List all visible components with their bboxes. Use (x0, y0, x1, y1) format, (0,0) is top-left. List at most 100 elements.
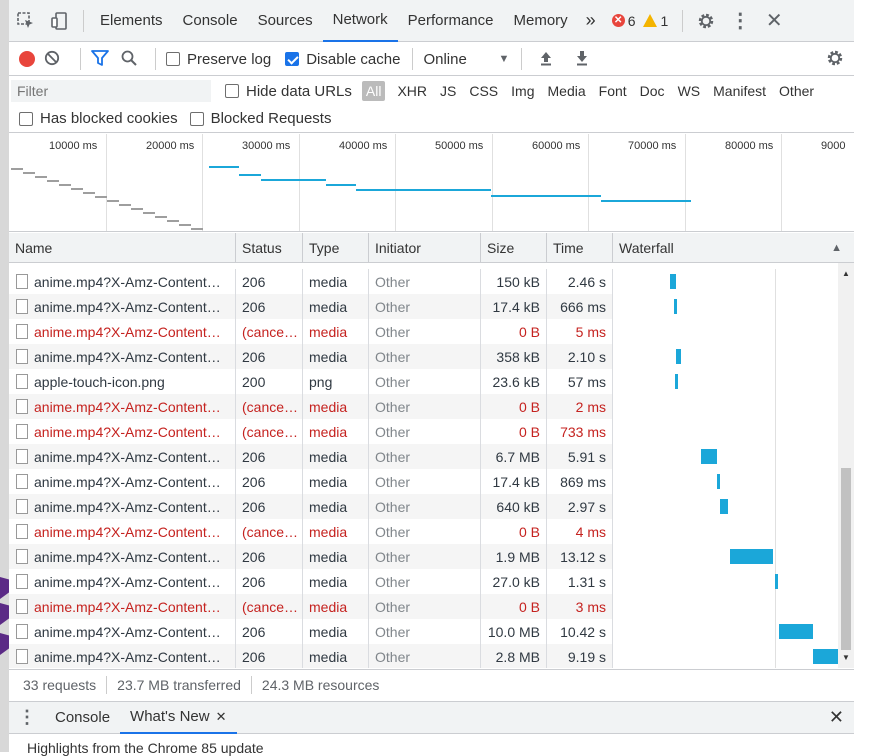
scroll-down-arrow-icon[interactable]: ▼ (842, 653, 850, 662)
cell-name[interactable]: anime.mp4?X-Amz-Content… (9, 394, 236, 419)
search-icon[interactable] (121, 50, 137, 69)
cell-name[interactable]: anime.mp4?X-Amz-Content… (9, 519, 236, 544)
drawer-tab-whats-new[interactable]: What's New ✕ (120, 701, 237, 734)
disable-cache-checkbox[interactable]: Disable cache (285, 51, 400, 68)
filter-type-doc[interactable]: Doc (640, 83, 665, 99)
device-toolbar-icon[interactable] (43, 0, 77, 42)
cell-name[interactable]: anime.mp4?X-Amz-Content… (9, 494, 236, 519)
record-button-icon[interactable] (19, 51, 35, 67)
hide-data-urls-box[interactable] (225, 84, 239, 98)
column-waterfall-header[interactable]: Waterfall ▲ (613, 233, 854, 263)
cell-name[interactable]: anime.mp4?X-Amz-Content… (9, 419, 236, 444)
cell-name[interactable]: anime.mp4?X-Amz-Content… (9, 469, 236, 494)
waterfall-bar[interactable] (719, 499, 728, 514)
tab-performance[interactable]: Performance (398, 0, 504, 42)
filter-type-all[interactable]: All (361, 81, 386, 101)
filter-type-font[interactable]: Font (599, 83, 627, 99)
filter-type-ws[interactable]: WS (678, 83, 701, 99)
hide-data-urls-checkbox[interactable]: Hide data URLs (225, 83, 352, 100)
table-row[interactable]: anime.mp4?X-Amz-Content… (cance… media Othe… (9, 419, 838, 444)
filter-type-js[interactable]: JS (440, 83, 456, 99)
table-row[interactable]: anime.mp4?X-Amz-Content… (cance… media Othe… (9, 519, 838, 544)
preserve-log-checkbox[interactable]: Preserve log (166, 51, 271, 68)
export-har-download-icon[interactable] (574, 50, 590, 69)
filter-input[interactable] (11, 80, 211, 102)
more-options-kebab-icon[interactable]: ⋮ (723, 0, 757, 42)
waterfall-bar[interactable] (700, 449, 717, 464)
import-har-upload-icon[interactable] (538, 50, 554, 69)
cell-name[interactable]: anime.mp4?X-Amz-Content… (9, 619, 236, 644)
table-row[interactable]: anime.mp4?X-Amz-Content… (cance… media Othe… (9, 394, 838, 419)
blocked-requests-checkbox[interactable]: Blocked Requests (189, 110, 331, 127)
column-type-header[interactable]: Type (303, 233, 369, 263)
cell-name[interactable]: anime.mp4?X-Amz-Content… (9, 294, 236, 319)
cell-name[interactable]: apple-touch-icon.png (9, 369, 236, 394)
table-row[interactable]: anime.mp4?X-Amz-Content… 206 media Other 1.9… (9, 544, 838, 569)
close-tab-icon[interactable]: ✕ (216, 709, 227, 725)
tab-memory[interactable]: Memory (504, 0, 578, 42)
table-row[interactable]: anime.mp4?X-Amz-Content… 206 media Other 27.… (9, 569, 838, 594)
preserve-log-box[interactable] (166, 52, 180, 66)
table-row[interactable]: anime.mp4?X-Amz-Content… (cance… media Othe… (9, 594, 838, 619)
waterfall-bar[interactable] (676, 349, 681, 364)
waterfall-bar[interactable] (779, 624, 813, 639)
filter-type-manifest[interactable]: Manifest (713, 83, 766, 99)
timeline-overview[interactable]: 10000 ms 20000 ms 30000 ms 40000 ms 5000… (9, 134, 854, 232)
filter-funnel-icon[interactable] (91, 49, 109, 69)
waterfall-bar[interactable] (670, 274, 676, 289)
close-drawer-icon[interactable]: ✕ (829, 707, 844, 728)
column-time-header[interactable]: Time (547, 233, 613, 263)
settings-gear-icon[interactable] (689, 0, 723, 42)
blocked-requests-box[interactable] (189, 111, 204, 126)
waterfall-bar[interactable] (774, 574, 779, 589)
waterfall-bar[interactable] (675, 374, 679, 389)
column-name-header[interactable]: Name (9, 233, 236, 263)
issues-badge[interactable]: ✕ 6 1 (611, 13, 668, 29)
cell-name[interactable]: anime.mp4?X-Amz-Content… (9, 344, 236, 369)
table-row[interactable]: anime.mp4?X-Amz-Content… 206 media Other 2.8… (9, 644, 838, 668)
inspect-element-icon[interactable] (9, 0, 43, 42)
tab-console[interactable]: Console (173, 0, 248, 42)
cell-name[interactable]: anime.mp4?X-Amz-Content… (9, 594, 236, 619)
scroll-up-arrow-icon[interactable]: ▲ (842, 269, 850, 278)
cell-name[interactable]: anime.mp4?X-Amz-Content… (9, 644, 236, 668)
table-row[interactable]: anime.mp4?X-Amz-Content… 206 media Other 640… (9, 494, 838, 519)
cell-name[interactable]: anime.mp4?X-Amz-Content… (9, 444, 236, 469)
network-settings-gear-icon[interactable] (826, 49, 844, 70)
disable-cache-box[interactable] (285, 52, 300, 66)
waterfall-bar[interactable] (812, 649, 838, 664)
close-devtools-icon[interactable]: ✕ (757, 0, 791, 42)
scrollbar-thumb[interactable] (841, 468, 851, 650)
table-row[interactable]: anime.mp4?X-Amz-Content… 206 media Other 150… (9, 269, 838, 294)
tab-network[interactable]: Network (322, 0, 398, 42)
throttling-select[interactable]: Online ▼ (423, 51, 509, 68)
cell-name[interactable]: anime.mp4?X-Amz-Content… (9, 269, 236, 294)
table-row[interactable]: anime.mp4?X-Amz-Content… 206 media Other 10.… (9, 619, 838, 644)
filter-type-img[interactable]: Img (511, 83, 534, 99)
tab-sources[interactable]: Sources (248, 0, 323, 42)
table-row[interactable]: apple-touch-icon.png 200 png Other 23.6 kB 57… (9, 369, 838, 394)
column-status-header[interactable]: Status (236, 233, 303, 263)
filter-type-other[interactable]: Other (779, 83, 814, 99)
has-blocked-cookies-checkbox[interactable]: Has blocked cookies (19, 110, 178, 127)
cell-name[interactable]: anime.mp4?X-Amz-Content… (9, 319, 236, 344)
drawer-tab-console[interactable]: Console (45, 701, 120, 734)
cell-name[interactable]: anime.mp4?X-Amz-Content… (9, 544, 236, 569)
clear-icon[interactable] (44, 50, 60, 69)
cell-name[interactable]: anime.mp4?X-Amz-Content… (9, 569, 236, 594)
drawer-menu-kebab-icon[interactable]: ⋮ (9, 707, 45, 728)
waterfall-bar[interactable] (674, 299, 677, 314)
table-row[interactable]: anime.mp4?X-Amz-Content… 206 media Other 358… (9, 344, 838, 369)
table-row[interactable]: anime.mp4?X-Amz-Content… 206 media Other 6.7… (9, 444, 838, 469)
filter-type-media[interactable]: Media (548, 83, 586, 99)
column-size-header[interactable]: Size (481, 233, 547, 263)
tab-elements[interactable]: Elements (90, 0, 173, 42)
table-row[interactable]: anime.mp4?X-Amz-Content… (cance… media Othe… (9, 319, 838, 344)
waterfall-bar[interactable] (716, 474, 720, 489)
has-blocked-cookies-box[interactable] (19, 111, 33, 126)
waterfall-bar[interactable] (730, 549, 773, 564)
filter-type-xhr[interactable]: XHR (397, 83, 427, 99)
more-tabs-button[interactable]: » (578, 0, 604, 42)
column-initiator-header[interactable]: Initiator (369, 233, 481, 263)
filter-type-css[interactable]: CSS (469, 83, 498, 99)
